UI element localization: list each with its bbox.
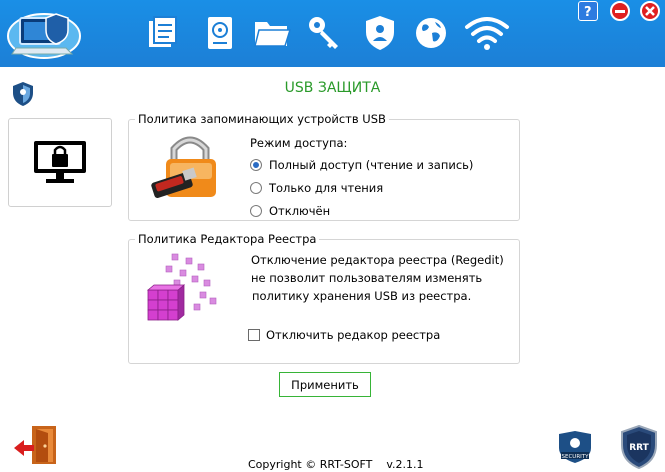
disable-regedit-label: Отключить редакор реестра bbox=[266, 328, 441, 342]
svg-text:?: ? bbox=[584, 5, 592, 20]
padlock-usb-icon bbox=[151, 136, 216, 199]
radio-indicator[interactable] bbox=[250, 159, 262, 171]
radio-full-access[interactable]: Полный доступ (чтение и запись) bbox=[250, 158, 473, 172]
registry-cubes-icon bbox=[146, 253, 217, 321]
usb-policy-legend: Политика запоминающих устройств USB bbox=[135, 112, 389, 126]
wifi-icon[interactable] bbox=[463, 13, 511, 53]
access-mode-label: Режим доступа: bbox=[250, 136, 348, 150]
radio-read-only-label: Только для чтения bbox=[269, 181, 384, 195]
security-badge-icon: SECURITY bbox=[559, 431, 591, 463]
footer: Copyright © RRT-SOFT v.2.1.1 bbox=[248, 458, 424, 471]
help-button[interactable]: ? bbox=[578, 1, 598, 21]
page-title: USB ЗАЩИТА bbox=[284, 80, 381, 96]
keys-icon[interactable] bbox=[305, 13, 345, 53]
copyright-text: Copyright © RRT-SOFT bbox=[248, 458, 373, 471]
registry-description-line: не позволит пользователям изменять bbox=[251, 271, 483, 285]
registry-description: Отключение редактора реестра (Regedit) н… bbox=[251, 251, 504, 305]
registry-description-line: политику хранения USB из реестра. bbox=[252, 289, 472, 303]
radio-full-access-label: Полный доступ (чтение и запись) bbox=[269, 158, 474, 172]
apply-button[interactable]: Применить bbox=[279, 372, 371, 397]
radio-read-only[interactable]: Только для чтения bbox=[250, 181, 383, 195]
close-button[interactable] bbox=[640, 1, 660, 21]
exit-door-icon[interactable] bbox=[12, 424, 60, 466]
disable-regedit-checkbox-row[interactable]: Отключить редакор реестра bbox=[248, 328, 440, 342]
rrt-shield-icon: RRT bbox=[621, 425, 657, 469]
globe-icon[interactable] bbox=[411, 13, 451, 53]
top-toolbar: ? bbox=[0, 0, 665, 67]
app-logo bbox=[7, 13, 81, 59]
files-icon[interactable] bbox=[143, 13, 183, 53]
shield-icon[interactable] bbox=[360, 13, 400, 53]
registry-policy-legend: Политика Редактора Реестра bbox=[135, 232, 320, 246]
usb-protection-tab-button[interactable] bbox=[8, 118, 112, 207]
radio-indicator[interactable] bbox=[250, 205, 262, 217]
monitor-lock-icon bbox=[34, 140, 86, 183]
rrt-badge-text: RRT bbox=[629, 443, 649, 453]
radio-disabled[interactable]: Отключён bbox=[250, 204, 330, 218]
radio-indicator[interactable] bbox=[250, 182, 262, 194]
radio-disabled-label: Отключён bbox=[269, 204, 331, 218]
disable-regedit-checkbox[interactable] bbox=[248, 329, 260, 341]
folder-icon[interactable] bbox=[252, 13, 292, 53]
registry-description-line: Отключение редактора реестра (Regedit) bbox=[251, 253, 504, 267]
minimize-button[interactable] bbox=[610, 1, 630, 21]
security-badge-text: SECURITY bbox=[562, 454, 590, 460]
version-text: v.2.1.1 bbox=[386, 458, 424, 471]
disk-icon[interactable] bbox=[199, 13, 239, 53]
